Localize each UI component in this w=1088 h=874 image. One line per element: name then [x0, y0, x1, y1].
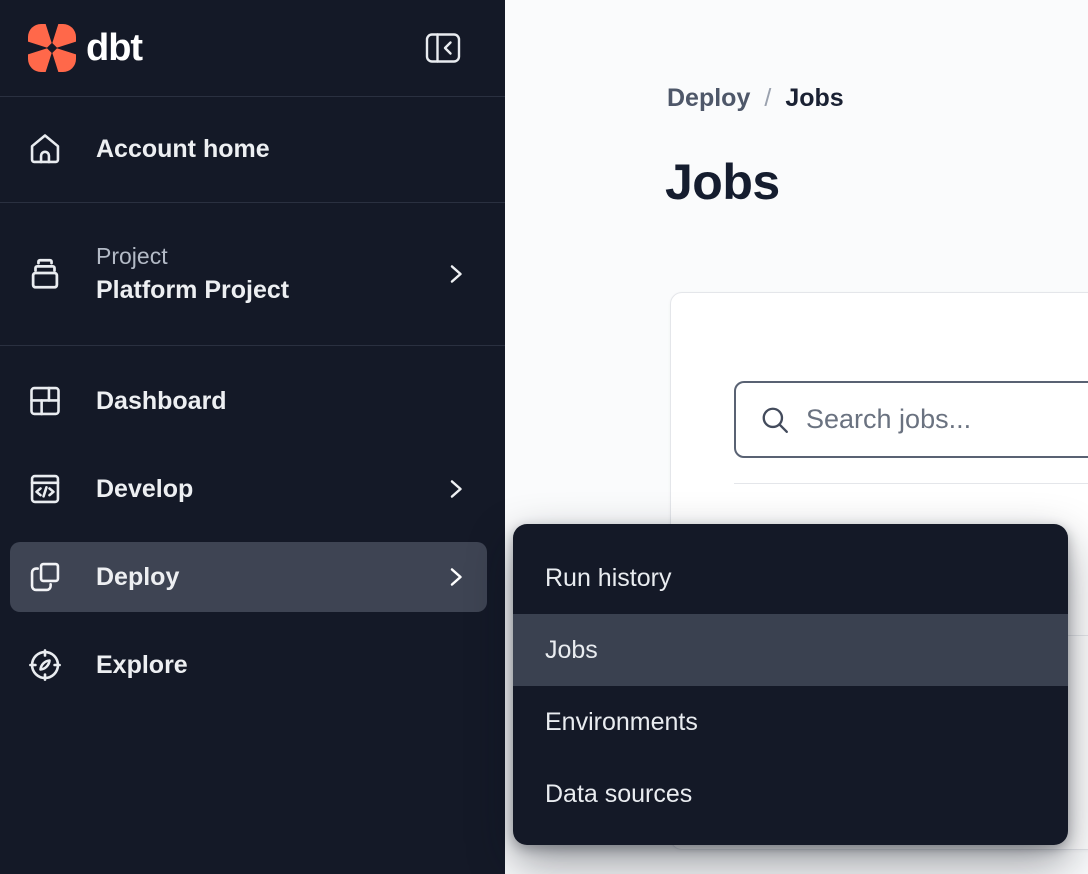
deploy-icon — [25, 559, 65, 595]
sidebar-section-project: Project Platform Project — [0, 203, 505, 345]
dbt-logo-icon — [28, 24, 76, 72]
breadcrumb-separator: / — [764, 84, 771, 113]
sidebar-item-account-home[interactable]: Account home — [10, 114, 487, 184]
breadcrumb-deploy-link[interactable]: Deploy — [667, 84, 750, 113]
page-title: Jobs — [665, 153, 780, 211]
sidebar-item-deploy[interactable]: Deploy — [10, 542, 487, 612]
card-divider — [734, 483, 1088, 484]
project-text: Project Platform Project — [96, 243, 289, 305]
breadcrumb: Deploy / Jobs — [667, 84, 844, 113]
dbt-logo-text: dbt — [86, 27, 142, 70]
project-name: Platform Project — [96, 276, 289, 305]
submenu-item-environments[interactable]: Environments — [513, 686, 1068, 758]
dashboard-icon — [25, 383, 65, 419]
sidebar-item-explore[interactable]: Explore — [10, 630, 487, 700]
develop-icon — [25, 471, 65, 507]
sidebar-item-dashboard[interactable]: Dashboard — [10, 366, 487, 436]
sidebar-collapse-button[interactable] — [425, 32, 461, 64]
sidebar: dbt Account home — [0, 0, 505, 874]
deploy-submenu: Run history Jobs Environments Data sourc… — [513, 524, 1068, 845]
chevron-right-icon — [450, 479, 463, 499]
sidebar-item-label: Explore — [96, 651, 188, 680]
sidebar-section-nav: Dashboard Develop — [0, 346, 505, 736]
submenu-item-run-history[interactable]: Run history — [513, 542, 1068, 614]
sidebar-section-account: Account home — [0, 97, 505, 202]
sidebar-header: dbt — [0, 0, 505, 96]
explore-icon — [25, 647, 65, 683]
breadcrumb-current: Jobs — [785, 84, 843, 113]
submenu-item-jobs[interactable]: Jobs — [513, 614, 1068, 686]
sidebar-item-label: Dashboard — [96, 387, 227, 416]
project-eyebrow: Project — [96, 243, 289, 270]
home-icon — [25, 131, 65, 167]
project-stack-icon — [25, 255, 65, 293]
sidebar-item-label: Deploy — [96, 563, 179, 592]
panel-collapse-icon — [425, 32, 461, 64]
jobs-search-box[interactable] — [734, 381, 1088, 458]
chevron-right-icon — [450, 567, 463, 587]
sidebar-item-project[interactable]: Project Platform Project — [10, 243, 487, 305]
sidebar-item-label: Account home — [96, 135, 270, 164]
submenu-item-data-sources[interactable]: Data sources — [513, 758, 1068, 830]
search-jobs-input[interactable] — [806, 404, 1066, 435]
search-icon — [760, 405, 790, 435]
chevron-right-icon — [450, 264, 463, 284]
sidebar-item-label: Develop — [96, 475, 193, 504]
dbt-logo[interactable]: dbt — [28, 24, 142, 72]
sidebar-item-develop[interactable]: Develop — [10, 454, 487, 524]
table-header-divider — [1068, 635, 1088, 636]
